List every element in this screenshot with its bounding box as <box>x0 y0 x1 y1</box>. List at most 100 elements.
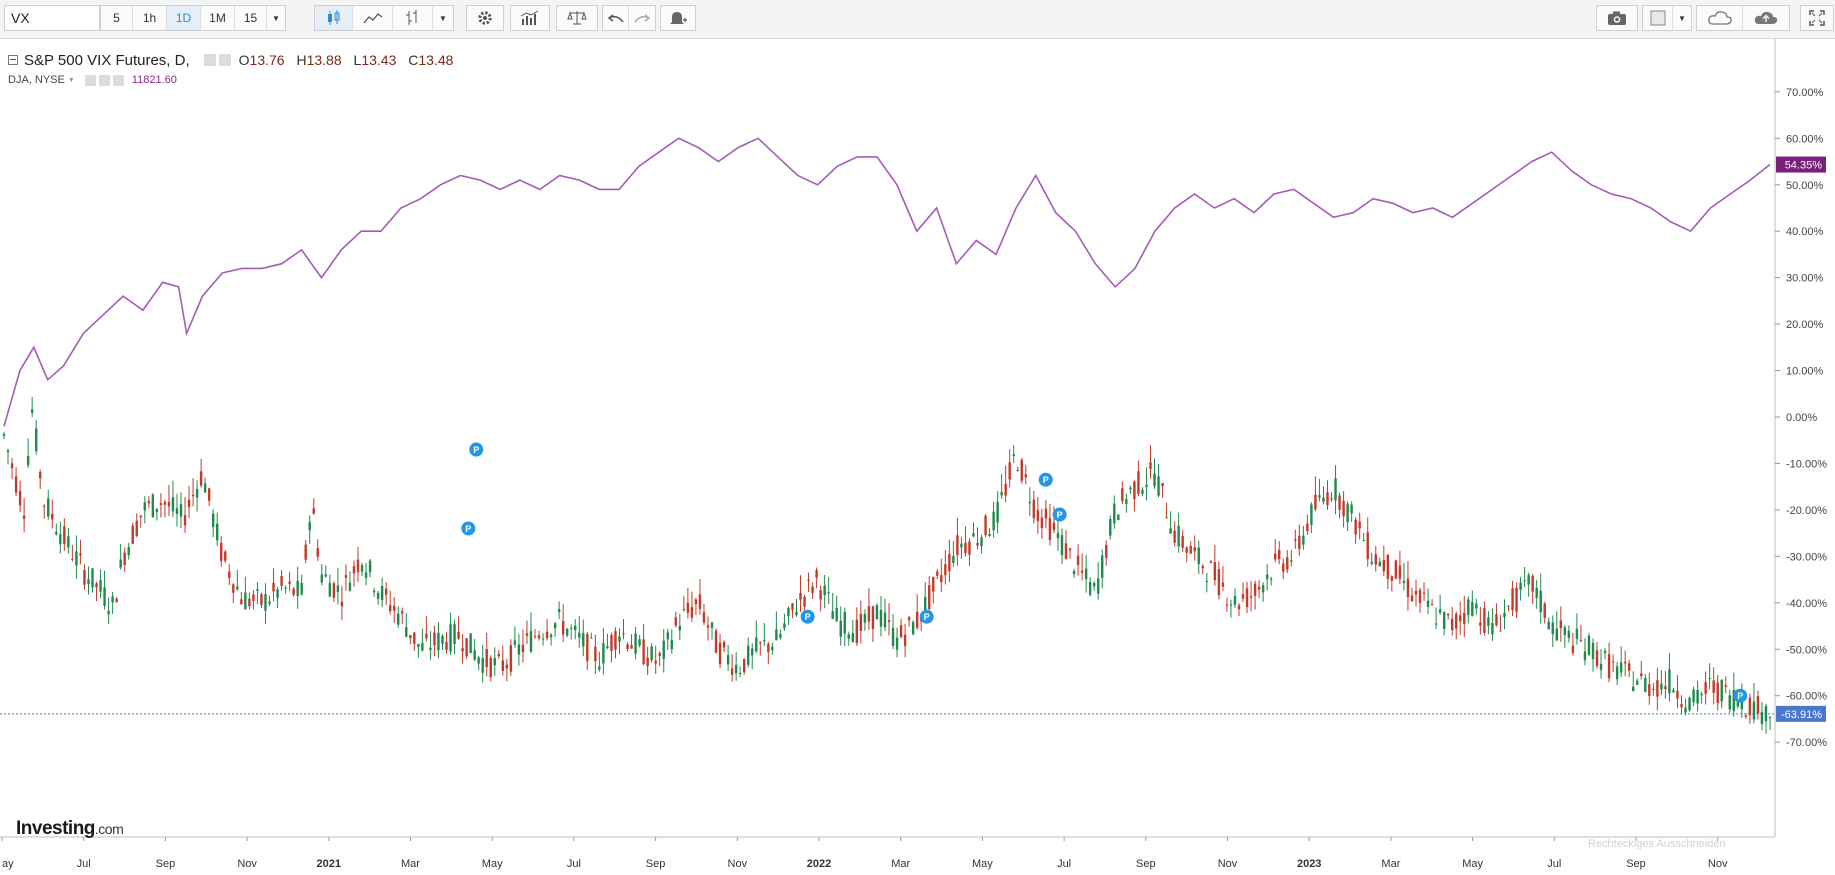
redo-button[interactable] <box>629 6 655 30</box>
interval-1h-button[interactable]: 1h <box>133 6 167 30</box>
candle-body <box>1563 627 1567 636</box>
candle-body <box>1531 575 1534 592</box>
compare-series-legend: DJA, NYSE ▼ 11821.60 <box>8 73 177 87</box>
indicators-icon <box>520 10 539 25</box>
close-icon[interactable] <box>112 74 124 86</box>
candle-body <box>1290 560 1293 562</box>
eye-icon[interactable] <box>203 54 216 66</box>
chevron-down-icon[interactable]: ▼ <box>68 77 75 84</box>
cloud-save-button[interactable] <box>1743 6 1789 30</box>
candle-body <box>614 631 617 650</box>
line-chart-button[interactable] <box>353 6 393 30</box>
candle-body <box>1507 605 1510 607</box>
settings-small-icon[interactable] <box>218 54 231 66</box>
chart-type-dropdown-button[interactable]: ▼ <box>433 6 453 30</box>
settings-small-icon[interactable] <box>98 74 110 86</box>
candle-body <box>911 622 915 635</box>
candle-body <box>1096 578 1100 594</box>
cloud-load-button[interactable] <box>1697 6 1743 30</box>
candle-body <box>1656 680 1659 697</box>
candle-body <box>465 638 468 657</box>
candle-body <box>216 523 219 541</box>
collapse-legend-button[interactable] <box>8 55 18 65</box>
candle-body <box>1133 481 1136 500</box>
x-tick-label: Nov <box>1218 858 1238 870</box>
candle-body <box>304 544 307 560</box>
candle-body <box>1169 528 1172 534</box>
candle-body <box>1652 688 1655 691</box>
candle-body <box>1044 508 1048 519</box>
x-tick-label: ay <box>2 858 14 870</box>
alert-group <box>660 5 696 31</box>
line-chart-icon <box>363 13 382 24</box>
candle-body <box>662 640 665 660</box>
fullscreen-button[interactable] <box>1801 6 1833 30</box>
add-alert-button[interactable] <box>661 6 695 30</box>
event-marker: P <box>461 521 476 536</box>
candle-body <box>453 624 456 644</box>
candle-body <box>1724 685 1727 687</box>
candle-body <box>730 668 734 675</box>
symbol-search-input[interactable] <box>4 5 100 31</box>
indicators-button[interactable] <box>511 6 549 30</box>
time-axis[interactable]: ay Jul Sep Nov 2021 Mar May Jul Sep Nov 2022 Mar May… <box>1 837 1728 870</box>
candle-body <box>1121 488 1124 502</box>
candle-body <box>1342 500 1345 517</box>
candle-body <box>1145 484 1148 488</box>
cloud-icon <box>1707 11 1732 25</box>
cloud-upload-icon <box>1754 11 1778 24</box>
compare-button[interactable] <box>557 6 597 30</box>
candlestick-button[interactable] <box>315 6 353 30</box>
x-tick-label: 2022 <box>807 858 831 870</box>
candle-body <box>155 508 159 513</box>
undo-button[interactable] <box>603 6 629 30</box>
candle-body <box>224 551 227 561</box>
candle-body <box>1245 588 1249 608</box>
candle-body <box>791 603 794 610</box>
candle-body <box>521 644 525 653</box>
candle-body <box>1141 489 1144 494</box>
candle-body <box>461 648 464 652</box>
layout-icon <box>1650 10 1665 26</box>
eye-icon[interactable] <box>84 74 96 86</box>
candle-body <box>1125 499 1128 504</box>
candle-body <box>481 657 484 673</box>
candle-body <box>1157 476 1160 496</box>
investing-logo: Investing.com <box>16 818 124 839</box>
candle-body <box>630 645 633 649</box>
candle-body <box>1410 595 1414 602</box>
interval-5-button[interactable]: 5 <box>101 6 133 30</box>
candle-body <box>348 582 352 591</box>
layout-dropdown-button[interactable]: ▼ <box>1673 6 1691 30</box>
candle-body <box>1555 628 1558 641</box>
candle-body <box>1129 487 1132 490</box>
candle-body <box>1628 663 1631 671</box>
interval-1m-button[interactable]: 1M <box>201 6 235 30</box>
candle-body <box>549 634 553 638</box>
candle-body <box>159 503 163 505</box>
snapshot-group <box>1596 5 1638 31</box>
candle-body <box>1398 565 1402 579</box>
candle-body <box>775 629 778 641</box>
bars-chart-button[interactable] <box>393 6 433 30</box>
price-chart[interactable]: P P P P P P P 70.00% 60.00% 50.00% 40.00% 30.00% 20… <box>0 39 1835 875</box>
candle-body <box>1185 547 1188 553</box>
candle-body <box>1024 474 1027 478</box>
candle-body <box>1294 539 1297 541</box>
snapshot-button[interactable] <box>1597 6 1637 30</box>
candle-body <box>71 558 74 560</box>
candle-body <box>1708 678 1711 680</box>
candle-body <box>1467 599 1470 615</box>
layout-button[interactable] <box>1643 6 1673 30</box>
settings-button[interactable] <box>467 6 503 30</box>
candle-body <box>1543 603 1546 618</box>
marker-letter: P <box>924 612 930 622</box>
interval-1d-button[interactable]: 1D <box>167 6 201 30</box>
y-tick-label: -60.00% <box>1786 691 1827 703</box>
interval-dropdown-button[interactable]: ▼ <box>267 6 285 30</box>
interval-15-button[interactable]: 15 <box>235 6 267 30</box>
fullscreen-icon <box>1809 10 1825 26</box>
candle-body <box>1595 650 1599 666</box>
candle-body <box>1330 498 1333 500</box>
candle-body <box>1422 592 1426 594</box>
